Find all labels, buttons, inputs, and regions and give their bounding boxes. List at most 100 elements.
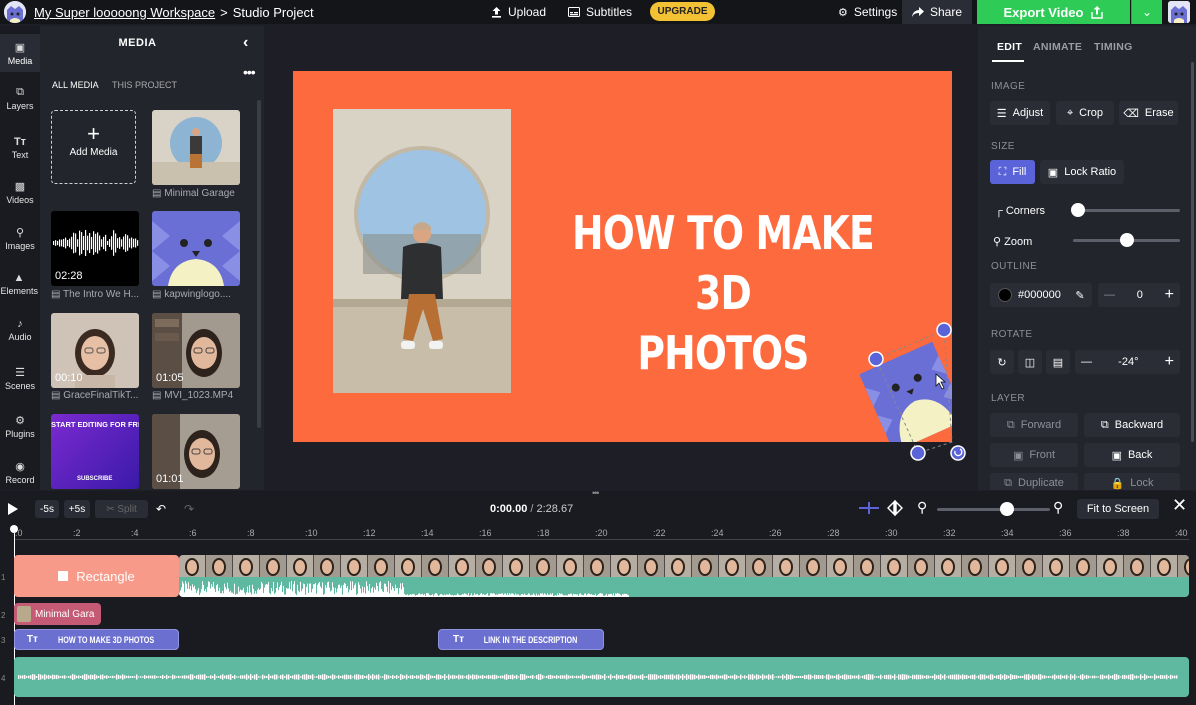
undo-icon[interactable]: ↶: [156, 502, 166, 516]
eyedropper-button[interactable]: ✎: [1068, 283, 1092, 307]
clip-audio[interactable]: [14, 657, 1189, 697]
clip-text-headline[interactable]: Tт HOW TO MAKE 3D PHOTOS: [14, 629, 179, 650]
row-number: 3: [1, 636, 6, 645]
zoom-slider-knob[interactable]: [1119, 233, 1134, 247]
close-timeline-icon[interactable]: ✕: [1172, 495, 1187, 516]
clip-rectangle-label: Rectangle: [76, 568, 135, 584]
upload-button[interactable]: Upload: [491, 0, 546, 24]
redo-icon[interactable]: ↷: [184, 502, 194, 516]
nav-media[interactable]: ▣ Media: [0, 34, 40, 72]
clip-text-link[interactable]: Tт LINK IN THE DESCRIPTION: [438, 629, 604, 650]
timeline-zoom-slider[interactable]: [937, 508, 1050, 511]
rotate-button[interactable]: ↻: [990, 350, 1014, 374]
back-button[interactable]: ▣ Back: [1084, 443, 1180, 467]
add-media-button[interactable]: + Add Media: [51, 110, 136, 184]
nav-scenes[interactable]: ☰ Scenes: [0, 366, 40, 391]
media-item-start-editing[interactable]: START EDITING FOR FREE SUBSCRIBE: [51, 414, 139, 489]
media-item-grace-clip[interactable]: 01:01: [152, 414, 240, 489]
erase-button[interactable]: ⌫ Erase: [1119, 101, 1178, 125]
plus-icon[interactable]: +: [1165, 353, 1174, 371]
ruler-tick-label: :14: [421, 528, 434, 538]
headline-line-1: HOW TO MAKE 3D: [571, 206, 875, 320]
back-5s-button[interactable]: -5s: [35, 500, 59, 518]
lock-label: Lock: [1130, 477, 1154, 489]
timeline-resize-handle[interactable]: •••: [592, 488, 600, 498]
zoom-out-icon[interactable]: ⚲: [917, 499, 927, 516]
media-item-grace-tiktok[interactable]: 00:10: [51, 313, 139, 388]
media-item-kapwing-logo[interactable]: [152, 211, 240, 286]
minus-icon[interactable]: —: [1081, 356, 1092, 368]
rotation-stepper[interactable]: — -24° +: [1075, 350, 1180, 374]
corners-slider-knob[interactable]: [1071, 203, 1086, 217]
selected-logo-element[interactable]: [860, 318, 980, 468]
upgrade-button[interactable]: UPGRADE: [650, 2, 715, 21]
settings-button[interactable]: ⚙ Settings: [838, 0, 897, 24]
ruler-tick-label: :38: [1117, 528, 1130, 538]
flip-vertical-button[interactable]: ▤: [1046, 350, 1070, 374]
canvas-headline[interactable]: HOW TO MAKE 3D PHOTOS: [559, 203, 887, 383]
export-video-button[interactable]: Export Video: [977, 0, 1130, 24]
outline-width-stepper[interactable]: — 0 +: [1098, 283, 1180, 307]
media-item-minimal-garage[interactable]: [152, 110, 240, 185]
properties-scrollbar[interactable]: [1191, 62, 1194, 442]
export-options-button[interactable]: ⌄: [1131, 0, 1162, 24]
outline-color-button[interactable]: #000000: [990, 283, 1074, 307]
clip-rectangle[interactable]: Rectangle: [14, 555, 179, 597]
media-scrollbar[interactable]: [257, 100, 261, 428]
zoom-in-icon[interactable]: ⚲: [1053, 499, 1063, 516]
canvas-photo[interactable]: [333, 109, 511, 393]
tab-timing[interactable]: TIMING: [1094, 41, 1133, 53]
canvas[interactable]: HOW TO MAKE 3D PHOTOS: [293, 71, 952, 442]
tab-all-media[interactable]: ALL MEDIA: [52, 80, 99, 90]
subtitles-button[interactable]: Subtitles: [568, 0, 632, 24]
outline-color-value: #000000: [1018, 289, 1061, 301]
media-item-mvi-1023[interactable]: 01:05: [152, 313, 240, 388]
nav-text[interactable]: Tт Text: [0, 136, 40, 160]
media-item-intro-audio[interactable]: 02:28: [51, 211, 139, 286]
forward-button[interactable]: ⧉ Forward: [990, 413, 1078, 437]
user-avatar[interactable]: [1168, 1, 1190, 23]
clip-text-label: HOW TO MAKE 3D PHOTOS: [57, 634, 155, 645]
tab-edit[interactable]: EDIT: [997, 41, 1022, 53]
forward-5s-button[interactable]: +5s: [64, 500, 90, 518]
front-button[interactable]: ▣ Front: [990, 443, 1078, 467]
fill-button[interactable]: ⛶ Fill: [990, 160, 1035, 184]
clip-image[interactable]: Minimal Gara: [14, 603, 101, 625]
clip-video[interactable]: [179, 555, 1189, 597]
backward-button[interactable]: ⧉ Backward: [1084, 413, 1180, 437]
share-button[interactable]: Share: [902, 0, 972, 24]
more-options-icon[interactable]: •••: [243, 64, 256, 80]
fill-label: Fill: [1012, 166, 1027, 178]
nav-images[interactable]: ⚲ Images: [0, 226, 40, 251]
crop-button[interactable]: ⌖ Crop: [1056, 101, 1114, 125]
nav-audio[interactable]: ♪ Audio: [0, 318, 40, 342]
lock-ratio-button[interactable]: ▣ Lock Ratio: [1040, 160, 1124, 184]
workspace-link[interactable]: My Super looooong Workspace: [34, 5, 215, 20]
flip-horizontal-button[interactable]: ◫: [1018, 350, 1042, 374]
tab-animate[interactable]: ANIMATE: [1033, 41, 1082, 53]
nav-label: Layers: [6, 101, 34, 111]
timeline-zoom-knob[interactable]: [1000, 502, 1015, 516]
collapse-panel-icon[interactable]: ‹: [243, 34, 248, 52]
tab-this-project[interactable]: THIS PROJECT: [112, 80, 177, 90]
nav-layers[interactable]: ⧉ Layers: [0, 86, 40, 111]
fit-to-screen-button[interactable]: Fit to Screen: [1077, 499, 1159, 519]
split-button[interactable]: ✂ Split: [95, 500, 148, 518]
minus-icon[interactable]: —: [1104, 289, 1115, 301]
workspace-avatar[interactable]: [4, 1, 26, 23]
plus-icon[interactable]: +: [1165, 286, 1174, 304]
share-icon: [911, 7, 924, 17]
corners-slider[interactable]: [1073, 209, 1180, 212]
adjust-button[interactable]: ☰ Adjust: [990, 101, 1050, 125]
ruler-tick-label: :30: [885, 528, 898, 538]
nav-videos[interactable]: ▩ Videos: [0, 180, 40, 205]
snap-icon[interactable]: [857, 500, 881, 521]
duplicate-button[interactable]: ⧉ Duplicate: [990, 473, 1078, 490]
ruler-tick-label: :34: [1001, 528, 1014, 538]
lock-button[interactable]: 🔒 Lock: [1084, 473, 1180, 490]
nav-elements[interactable]: ▲ Elements: [0, 272, 40, 296]
nav-plugins[interactable]: ⚙ Plugins: [0, 414, 40, 439]
play-button[interactable]: [7, 502, 18, 520]
nav-record[interactable]: ◉ Record: [0, 460, 40, 485]
split-view-icon[interactable]: [887, 500, 903, 521]
